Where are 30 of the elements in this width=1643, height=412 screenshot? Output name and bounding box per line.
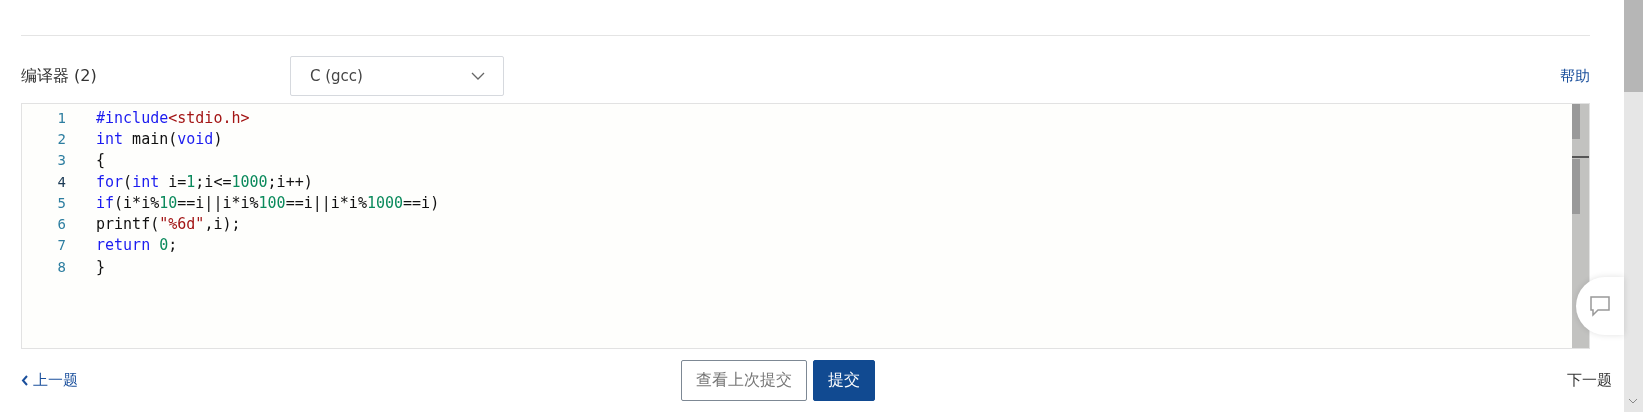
- code-line: printf("%6d",i);: [96, 215, 241, 234]
- view-last-submission-button[interactable]: 查看上次提交: [681, 359, 807, 401]
- line-number: 7: [56, 237, 66, 254]
- line-number: 6: [56, 216, 66, 233]
- next-question-link[interactable]: 下一题: [1567, 370, 1612, 390]
- chevron-down-icon: [471, 72, 485, 80]
- line-number: 4: [56, 173, 66, 190]
- line-number: 8: [56, 258, 66, 275]
- help-link[interactable]: 帮助: [1560, 66, 1590, 86]
- code-editor[interactable]: 1 #include<stdio.h> 2 int main(void) 3 { 4 for(int i=1;i<=1000;i++) 5 if(i*i%10==i||i*i%100==i||i*i%1000==i) 6 printf("%6d",i); 7 return 0; 8 }: [21, 103, 1590, 349]
- speech-bubble-icon: [1589, 295, 1611, 317]
- code-line: #include<stdio.h>: [96, 108, 250, 127]
- line-number: 5: [56, 194, 66, 211]
- chevron-left-icon: [21, 374, 29, 386]
- line-number: 3: [56, 152, 66, 169]
- code-line: for(int i=1;i<=1000;i++): [96, 172, 313, 191]
- code-line: }: [96, 257, 106, 276]
- code-line: if(i*i%10==i||i*i%100==i||i*i%1000==i): [96, 193, 440, 212]
- editor-scrollbar[interactable]: [1572, 104, 1589, 348]
- page-scrollbar[interactable]: [1624, 0, 1643, 412]
- code-line: int main(void): [96, 129, 223, 148]
- line-number: 2: [56, 130, 66, 147]
- code-line: return 0;: [96, 236, 178, 255]
- compiler-select[interactable]: C (gcc): [290, 56, 504, 96]
- previous-question-link[interactable]: 上一题: [21, 370, 681, 390]
- submit-button[interactable]: 提交: [813, 359, 875, 401]
- line-number: 1: [56, 109, 66, 126]
- scrollbar-thumb[interactable]: [1624, 0, 1643, 92]
- code-line: {: [96, 151, 106, 170]
- compiler-label: 编译器 (2): [21, 65, 98, 87]
